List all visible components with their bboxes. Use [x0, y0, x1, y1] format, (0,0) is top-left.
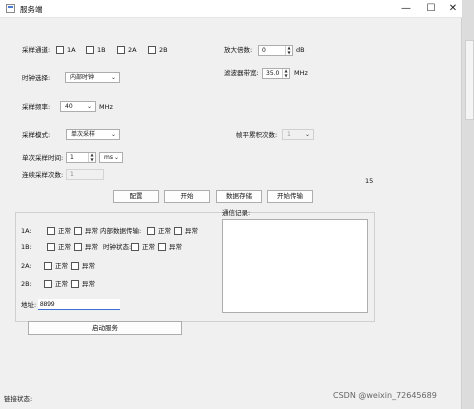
comm-log-label: 通信记录: — [222, 209, 251, 217]
minimize-button[interactable]: — — [393, 0, 419, 18]
continuous-count-label: 连续采样次数: — [22, 171, 64, 179]
filter-bandwidth-value: 35.0 — [266, 70, 280, 77]
channel-1b-checkbox[interactable] — [86, 46, 94, 54]
status-2a-abnormal-label: 异常 — [82, 262, 95, 270]
config-button[interactable]: 配置 — [113, 190, 159, 203]
avg-count-value: 1 — [287, 131, 291, 138]
status-1b-normal-checkbox[interactable] — [47, 243, 55, 251]
filter-bandwidth-unit: MHz — [294, 69, 308, 77]
sample-rate-dropdown[interactable]: 40 ⌄ — [60, 101, 96, 112]
avg-count-label: 帧平累积次数: — [236, 131, 278, 139]
address-input[interactable] — [38, 299, 120, 310]
status-2b-label: 2B: — [21, 280, 32, 288]
status-2b-normal-label: 正常 — [55, 280, 68, 288]
chevron-down-icon: ⌄ — [110, 74, 116, 81]
status-1a-normal-checkbox[interactable] — [47, 227, 55, 235]
spin-arrows-icon[interactable]: ▲ ▼ — [282, 68, 289, 78]
start-service-button[interactable]: 启动服务 — [28, 321, 182, 335]
status-1b-label: 1B: — [21, 243, 32, 251]
status-2a-abnormal-checkbox[interactable] — [71, 262, 79, 270]
background-strip — [462, 0, 474, 409]
status-1b-abnormal-label: 异常 — [85, 243, 98, 251]
single-time-label: 单次采样时间: — [22, 154, 64, 162]
sampling-channel-label: 采样通道: — [22, 46, 51, 54]
sample-rate-label: 采样频率: — [22, 103, 51, 111]
internal-transfer-label: 内部数据传输: — [100, 227, 142, 235]
status-2a-normal-label: 正常 — [55, 262, 68, 270]
sample-rate-unit: MHz — [99, 103, 113, 111]
amp-gain-label: 放大倍数: — [224, 46, 253, 54]
chevron-down-icon: ⌄ — [86, 103, 92, 110]
amp-gain-value: 0 — [262, 47, 266, 54]
status-2b-normal-checkbox[interactable] — [44, 280, 52, 288]
status-1a-abnormal-label: 异常 — [85, 227, 98, 235]
address-label: 地址: — [21, 301, 37, 309]
status-2b-abnormal-label: 异常 — [82, 280, 95, 288]
time-unit-value: ms — [104, 154, 113, 161]
clock-select-dropdown[interactable]: 内部时钟 ⌄ — [65, 72, 120, 83]
chevron-down-icon: ⌄ — [110, 131, 116, 138]
channel-2b-label: 2B — [159, 46, 168, 54]
status-1b-normal-label: 正常 — [58, 243, 71, 251]
status-2b-abnormal-checkbox[interactable] — [71, 280, 79, 288]
internal-transfer-abnormal-label: 异常 — [185, 227, 198, 235]
filter-bandwidth-label: 滤波器带宽: — [224, 69, 259, 77]
single-time-value: 1 — [70, 154, 74, 161]
channel-1b-label: 1B — [97, 46, 106, 54]
sample-rate-value: 40 — [65, 103, 73, 110]
clock-status-abnormal-label: 异常 — [169, 243, 182, 251]
main-window: 服务端 — ☐ ✕ 采样通道: 1A 1B 2A 2B 放大倍数: 0 ▲ ▼ d… — [0, 0, 462, 409]
chevron-down-icon: ⌄ — [113, 154, 119, 161]
channel-1a-label: 1A — [67, 46, 76, 54]
continuous-count-value: 1 — [70, 171, 74, 178]
connection-status-label: 链接状态: — [4, 395, 33, 403]
app-window-icon — [6, 4, 15, 13]
sample-mode-label: 采样模式: — [22, 131, 51, 139]
single-time-spinbox[interactable]: 1 ▲ ▼ — [66, 152, 96, 163]
internal-transfer-normal-checkbox[interactable] — [147, 227, 155, 235]
avg-count-dropdown[interactable]: 1 ⌄ — [282, 129, 314, 140]
clock-status-label: 时钟状态: — [103, 243, 132, 251]
clock-status-normal-label: 正常 — [142, 243, 155, 251]
clock-select-value: 内部时钟 — [70, 74, 95, 81]
channel-1a-checkbox[interactable] — [56, 46, 64, 54]
amp-gain-unit: dB — [296, 46, 305, 54]
channel-2a-label: 2A — [128, 46, 137, 54]
start-transfer-button[interactable]: 开始传输 — [267, 190, 313, 203]
background-window-edge — [465, 40, 474, 120]
comm-log-textbox[interactable] — [222, 219, 368, 313]
channel-2a-checkbox[interactable] — [117, 46, 125, 54]
sample-mode-value: 单次采样 — [71, 131, 96, 138]
status-1b-abnormal-checkbox[interactable] — [74, 243, 82, 251]
continuous-count-field[interactable]: 1 — [66, 169, 104, 180]
internal-transfer-normal-label: 正常 — [158, 227, 171, 235]
counter-value: 15 — [365, 177, 374, 185]
clock-status-normal-checkbox[interactable] — [131, 243, 139, 251]
watermark: CSDN @weixin_72645689 — [333, 391, 437, 400]
status-2a-label: 2A: — [21, 262, 32, 270]
status-1a-abnormal-checkbox[interactable] — [74, 227, 82, 235]
status-1a-label: 1A: — [21, 227, 32, 235]
window-title: 服务端 — [20, 5, 43, 14]
internal-transfer-abnormal-checkbox[interactable] — [174, 227, 182, 235]
start-button[interactable]: 开始 — [164, 190, 210, 203]
status-2a-normal-checkbox[interactable] — [44, 262, 52, 270]
time-unit-dropdown[interactable]: ms ⌄ — [99, 152, 123, 163]
channel-2b-checkbox[interactable] — [148, 46, 156, 54]
amp-gain-spinbox[interactable]: 0 ▲ ▼ — [258, 45, 293, 56]
clock-status-abnormal-checkbox[interactable] — [158, 243, 166, 251]
sample-mode-dropdown[interactable]: 单次采样 ⌄ — [66, 129, 120, 140]
filter-bandwidth-spinbox[interactable]: 35.0 ▲ ▼ — [262, 68, 290, 79]
data-save-button[interactable]: 数据存储 — [216, 190, 262, 203]
spin-arrows-icon[interactable]: ▲ ▼ — [88, 152, 95, 162]
chevron-down-icon: ⌄ — [304, 131, 310, 138]
spin-arrows-icon[interactable]: ▲ ▼ — [285, 45, 292, 55]
title-bar: 服务端 — ☐ ✕ — [0, 0, 462, 18]
clock-select-label: 时钟选择: — [22, 74, 51, 82]
status-1a-normal-label: 正常 — [58, 227, 71, 235]
